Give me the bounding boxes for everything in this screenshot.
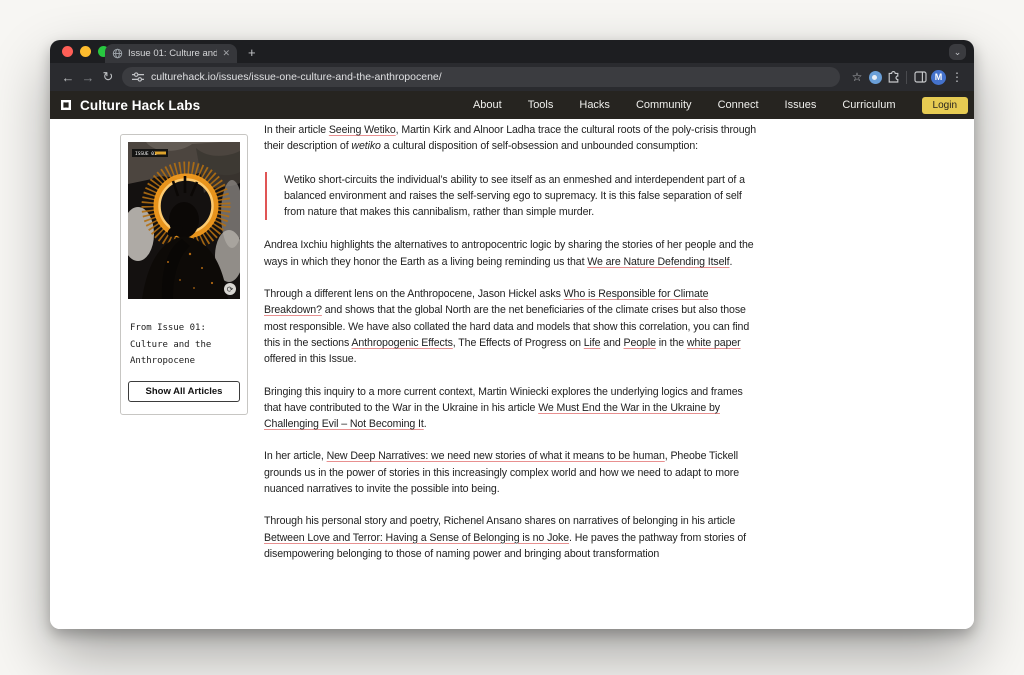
nav-item-hacks[interactable]: Hacks (579, 99, 610, 111)
side-panel-icon[interactable] (911, 71, 929, 83)
show-all-articles-button[interactable]: Show All Articles (128, 381, 240, 402)
window-controls (62, 46, 109, 57)
cover-badge-text: ISSUE 01 (135, 151, 157, 157)
article-link[interactable]: Between Love and Terror: Having a Sense … (264, 532, 569, 544)
text-run: Through his personal story and poetry, R… (264, 515, 735, 527)
text-run: in the (656, 337, 687, 349)
nav-item-connect[interactable]: Connect (718, 99, 759, 111)
new-tab-button[interactable]: + (248, 44, 256, 62)
culture-hack-labs-logo-icon (59, 98, 73, 112)
text-run: Wetiko short-circuits the individual’s a… (284, 174, 745, 219)
article-link[interactable]: white paper (687, 337, 741, 349)
login-button[interactable]: Login (922, 97, 968, 114)
profile-avatar[interactable]: M (931, 70, 946, 85)
tab-search-button[interactable]: ⌄ (949, 44, 966, 60)
text-run: . (730, 256, 733, 268)
url-text[interactable]: culturehack.io/issues/issue-one-culture-… (151, 71, 442, 83)
text-run: , The Effects of Progress on (453, 337, 584, 349)
cover-artwork: ISSUE 01 ⟳ (128, 142, 240, 299)
nav-item-issues[interactable]: Issues (785, 99, 817, 111)
text-run: offered in this Issue. (264, 353, 356, 365)
browser-tab[interactable]: Issue 01: Culture and the Ant ✕ (105, 44, 237, 63)
address-bar[interactable]: culturehack.io/issues/issue-one-culture-… (122, 67, 840, 87)
pinned-extension-icon[interactable] (866, 71, 884, 84)
extensions-puzzle-icon[interactable] (884, 71, 902, 84)
text-run: In her article, (264, 450, 327, 462)
article-link[interactable]: People (624, 337, 656, 349)
issue-caption-line: From Issue 01: (130, 320, 240, 337)
site-brand[interactable]: Culture Hack Labs (59, 98, 200, 113)
browser-menu-dots-icon[interactable]: ⋮ (948, 70, 966, 84)
issue-caption-line: Culture and the (130, 337, 240, 354)
nav-item-tools[interactable]: Tools (528, 99, 554, 111)
text-run: . (424, 418, 427, 430)
bookmark-star-icon[interactable]: ☆ (848, 70, 866, 84)
article-paragraph: In her article, New Deep Narratives: we … (264, 448, 758, 497)
tab-title: Issue 01: Culture and the Ant (128, 48, 217, 59)
tab-close-icon[interactable]: ✕ (222, 49, 230, 58)
blue-extension-badge (869, 71, 882, 84)
article-link[interactable]: Seeing Wetiko (329, 124, 396, 136)
svg-text:⟳: ⟳ (227, 285, 234, 294)
issue-card: ISSUE 01 ⟳ From Issue 01:Culture and the… (120, 134, 248, 415)
reload-button[interactable]: ↻ (98, 69, 118, 85)
article-paragraph: Through a different lens on the Anthropo… (264, 286, 758, 367)
text-run: In their article (264, 124, 329, 136)
desktop-background: Issue 01: Culture and the Ant ✕ + ⌄ ← → … (0, 0, 1024, 675)
article-paragraph: In their article Seeing Wetiko, Martin K… (264, 122, 758, 155)
site-header: Culture Hack Labs About Tools Hacks Communi… (50, 91, 974, 119)
page-content: ISSUE 01 ⟳ From Issue 01:Culture and the… (50, 119, 974, 629)
issue-caption: From Issue 01:Culture and theAnthropocen… (128, 320, 240, 370)
chevron-down-icon: ⌄ (954, 47, 962, 58)
emphasis-text: wetiko (351, 140, 380, 152)
cover-refresh-icon[interactable]: ⟳ (224, 283, 236, 295)
issue-caption-line: Anthropocene (130, 353, 240, 370)
site-nav: About Tools Hacks Community Connect Issues Cur… (473, 99, 896, 111)
back-button[interactable]: ← (58, 70, 78, 85)
browser-toolbar: ← → ↻ culturehack.io/issues/issue-one-cu… (50, 63, 974, 91)
minimize-window-button[interactable] (80, 46, 91, 57)
toolbar-divider (906, 71, 907, 84)
text-run: a cultural disposition of self-obsession… (381, 140, 698, 152)
close-window-button[interactable] (62, 46, 73, 57)
article-link[interactable]: New Deep Narratives: we need new stories… (327, 450, 665, 462)
browser-window: Issue 01: Culture and the Ant ✕ + ⌄ ← → … (50, 40, 974, 629)
site-settings-tune-icon[interactable] (132, 72, 144, 82)
article-paragraph: Through his personal story and poetry, R… (264, 513, 758, 562)
text-run: and (600, 337, 623, 349)
issue-cover-art[interactable]: ISSUE 01 ⟳ (128, 142, 240, 299)
article-link[interactable]: Life (584, 337, 601, 349)
tab-favicon-globe-icon (112, 48, 123, 59)
text-run: Through a different lens on the Anthropo… (264, 288, 564, 300)
site-brand-label: Culture Hack Labs (80, 98, 200, 113)
article-paragraph: Bringing this inquiry to a more current … (264, 384, 758, 433)
tab-strip: Issue 01: Culture and the Ant ✕ + ⌄ (50, 40, 974, 63)
forward-button[interactable]: → (78, 70, 98, 85)
article-link[interactable]: We are Nature Defending Itself (587, 256, 729, 268)
article-paragraph: Andrea Ixchiu highlights the alternative… (264, 237, 758, 270)
nav-item-community[interactable]: Community (636, 99, 692, 111)
nav-item-about[interactable]: About (473, 99, 502, 111)
article-body: In their article Seeing Wetiko, Martin K… (264, 122, 758, 578)
article-blockquote: Wetiko short-circuits the individual’s a… (265, 172, 758, 221)
article-link[interactable]: Anthropogenic Effects (351, 337, 452, 349)
nav-item-curriculum[interactable]: Curriculum (842, 99, 895, 111)
